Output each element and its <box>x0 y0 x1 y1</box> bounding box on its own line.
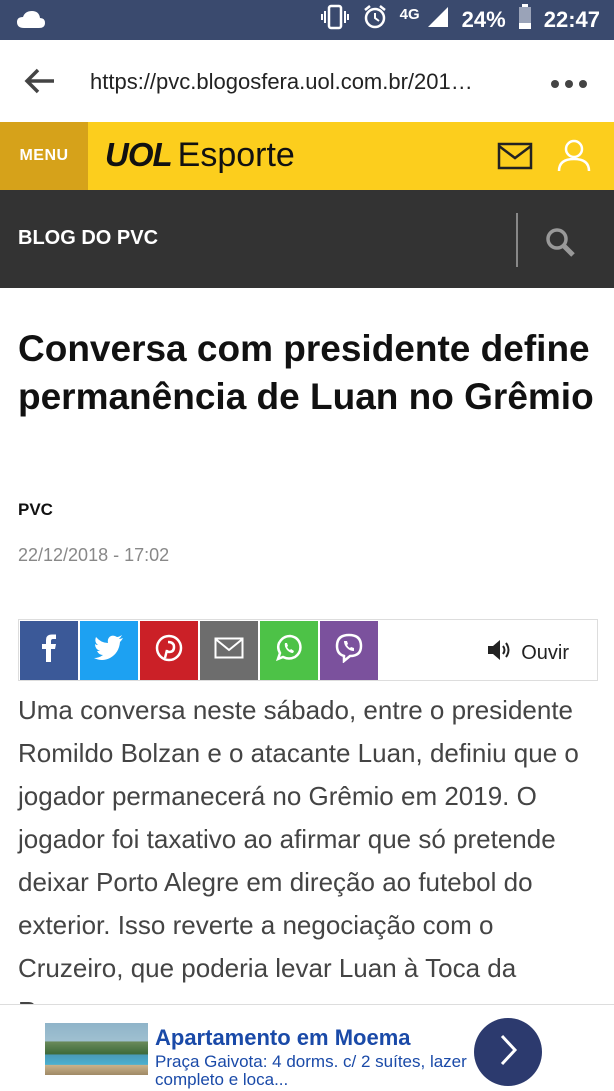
pinterest-icon <box>155 634 183 667</box>
user-icon[interactable] <box>557 138 591 177</box>
viber-icon <box>334 633 364 668</box>
more-options-icon[interactable] <box>550 76 588 94</box>
listen-label: Ouvir <box>521 641 569 664</box>
ad-title[interactable]: Apartamento em Moema <box>155 1025 411 1051</box>
article-author[interactable]: PVC <box>18 500 53 520</box>
facebook-icon <box>41 634 57 667</box>
network-type: 4G <box>399 5 420 23</box>
browser-url-bar: https://pvc.blogosfera.uol.com.br/201… <box>0 40 614 122</box>
twitter-share-button[interactable] <box>80 621 138 680</box>
ad-description[interactable]: Praça Gaivota: 4 dorms. c/ 2 suítes, laz… <box>155 1053 475 1089</box>
signal-icon <box>426 5 450 35</box>
pinterest-share-button[interactable] <box>140 621 198 680</box>
ad-thumbnail-image[interactable] <box>45 1023 148 1075</box>
article-headline: Conversa com presidente define permanênc… <box>18 328 594 417</box>
article-date: 22/12/2018 - 17:02 <box>18 545 170 565</box>
clock: 22:47 <box>543 7 600 32</box>
article-body: Uma conversa neste sábado, entre o presi… <box>18 695 579 1004</box>
article-body-viewport: Uma conversa neste sábado, entre o presi… <box>0 689 614 1004</box>
twitter-icon <box>94 635 124 666</box>
speaker-icon <box>487 639 513 667</box>
alarm-icon <box>362 4 388 36</box>
blog-bar: BLOG DO PVC <box>0 190 614 288</box>
listen-button[interactable]: Ouvir <box>487 639 569 667</box>
chevron-right-icon <box>497 1033 519 1072</box>
share-bar: Ouvir <box>18 619 598 681</box>
vibrate-icon <box>320 4 350 36</box>
viber-share-button[interactable] <box>320 621 378 680</box>
back-arrow-icon[interactable] <box>24 66 56 101</box>
whatsapp-share-button[interactable] <box>260 621 318 680</box>
site-header: MENU UOL Esporte <box>0 122 614 190</box>
logo-esporte: Esporte <box>177 136 295 174</box>
search-icon[interactable] <box>544 226 576 263</box>
url-field[interactable]: https://pvc.blogosfera.uol.com.br/201… <box>90 69 520 95</box>
email-share-button[interactable] <box>200 621 258 680</box>
cloud-icon <box>16 10 46 35</box>
mail-icon[interactable] <box>497 142 533 175</box>
battery-percent: 24% <box>461 7 506 32</box>
status-bar: 4G 24% 22:47 <box>0 0 614 40</box>
blog-title[interactable]: BLOG DO PVC <box>18 227 158 250</box>
battery-icon <box>518 4 532 36</box>
facebook-share-button[interactable] <box>20 621 78 680</box>
menu-button[interactable]: MENU <box>0 122 88 190</box>
whatsapp-icon <box>274 633 304 668</box>
uol-esporte-logo[interactable]: UOL Esporte <box>105 136 295 175</box>
ad-banner[interactable]: Apartamento em Moema Praça Gaivota: 4 do… <box>0 1004 614 1091</box>
divider <box>516 213 518 267</box>
ad-next-button[interactable] <box>474 1018 542 1086</box>
logo-uol: UOL <box>105 136 173 173</box>
envelope-icon <box>214 637 244 664</box>
